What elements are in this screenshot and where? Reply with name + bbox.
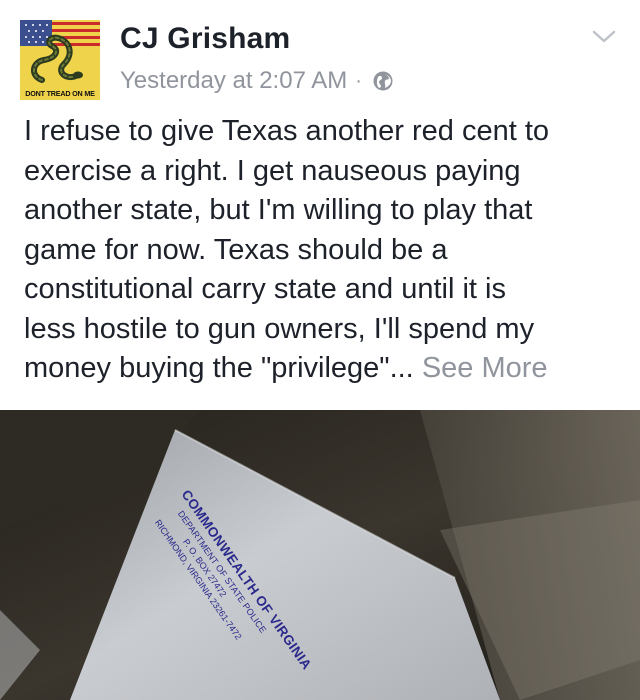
- post-meta: Yesterday at 2:07 AM ·: [120, 66, 394, 96]
- meta-separator: ·: [355, 69, 362, 92]
- avatar[interactable]: DONT TREAD ON ME: [20, 20, 100, 100]
- post-text-line: money buying the "privilege"...: [24, 352, 414, 384]
- author-name[interactable]: CJ Grisham: [120, 22, 290, 56]
- post-text-line: game for now. Texas should be a: [24, 233, 448, 266]
- post-header: DONT TREAD ON ME CJ Grisham Yesterday at…: [20, 20, 620, 100]
- globe-icon[interactable]: [372, 70, 394, 92]
- post-text-line: constitutional carry state and until it …: [24, 273, 506, 305]
- envelope-photo: COMMONWEALTH OF VIRGINIA DEPARTMENT OF S…: [0, 410, 640, 700]
- post-text-line: exercise a right. I get nauseous paying: [24, 154, 521, 187]
- facebook-post: DONT TREAD ON ME CJ Grisham Yesterday at…: [0, 0, 640, 700]
- gadsden-flag-image: [20, 20, 100, 100]
- chevron-down-icon[interactable]: [590, 26, 618, 46]
- post-photo[interactable]: COMMONWEALTH OF VIRGINIA DEPARTMENT OF S…: [0, 410, 640, 700]
- post-text: I refuse to give Texas another red cent …: [24, 112, 620, 389]
- post-text-line: another state, but I'm willing to play t…: [24, 194, 533, 226]
- post-text-line: less hostile to gun owners, I'll spend m…: [24, 312, 535, 345]
- see-more-link[interactable]: See More: [422, 352, 548, 384]
- post-text-line: I refuse to give Texas another red cent …: [24, 115, 550, 147]
- timestamp[interactable]: Yesterday at 2:07 AM: [120, 67, 347, 95]
- avatar-caption: DONT TREAD ON ME: [25, 89, 95, 98]
